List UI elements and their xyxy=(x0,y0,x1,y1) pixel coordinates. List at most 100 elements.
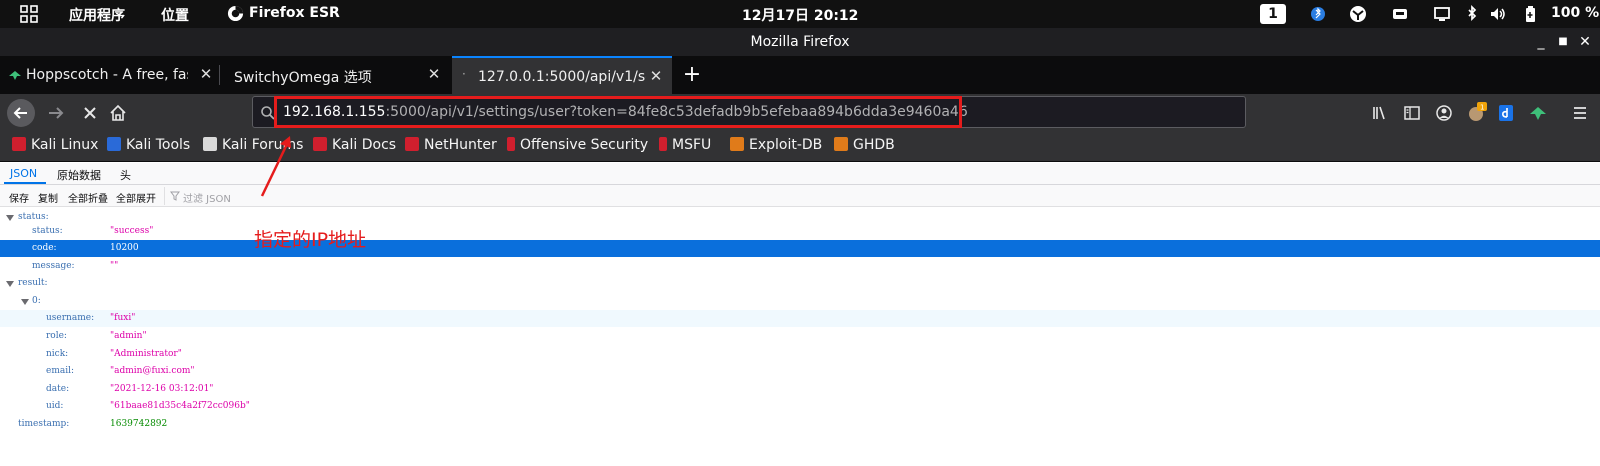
active-tab-indicator xyxy=(4,182,46,184)
close-window-button[interactable]: ✕ xyxy=(1578,35,1592,49)
json-row[interactable]: email: "admin@fuxi.com" xyxy=(0,363,1600,380)
json-value: "" xyxy=(110,261,119,271)
firefox-icon xyxy=(227,5,244,22)
wappalyzer-extension-icon[interactable] xyxy=(1496,103,1516,123)
maximize-button[interactable]: ■ xyxy=(1556,35,1570,49)
offsec-icon xyxy=(507,137,515,151)
tab-close-icon[interactable]: ✕ xyxy=(648,68,664,84)
display-icon[interactable] xyxy=(1432,4,1452,24)
bookmark-kali-tools[interactable]: Kali Tools xyxy=(107,137,190,157)
json-row[interactable]: result: xyxy=(0,275,1600,292)
svg-text:1: 1 xyxy=(1480,104,1484,112)
clock[interactable]: 12月17日 20:12 xyxy=(742,5,858,25)
battery-icon[interactable] xyxy=(1520,4,1540,24)
json-key: nick: xyxy=(46,349,69,359)
tab-json[interactable]: JSON xyxy=(10,167,37,180)
tab-strip: Hoppscotch - A free, fast ✕ SwitchyOmega… xyxy=(0,56,1600,94)
forward-button[interactable] xyxy=(42,99,70,127)
account-icon[interactable] xyxy=(1434,103,1454,123)
bookmark-label: GHDB xyxy=(853,137,895,153)
hoppscotch-favicon-icon xyxy=(9,71,21,80)
tab-hoppscotch[interactable]: Hoppscotch - A free, fast ✕ xyxy=(0,56,218,94)
json-row[interactable]: username: "fuxi" xyxy=(0,310,1600,327)
json-row[interactable]: message: "" xyxy=(0,258,1600,275)
bookmark-exploit-db[interactable]: Exploit-DB xyxy=(730,137,822,157)
bookmark-label: Kali Linux xyxy=(31,137,99,153)
cookie-extension-icon[interactable]: 1 xyxy=(1466,102,1488,124)
json-key: status: xyxy=(32,226,63,236)
json-value: "success" xyxy=(110,226,154,236)
json-key: role: xyxy=(46,331,67,341)
library-icon[interactable] xyxy=(1370,103,1390,123)
kali-tools-icon xyxy=(107,137,121,151)
tab-switchyomega[interactable]: SwitchyOmega 选项 ✕ xyxy=(220,56,450,94)
new-tab-button[interactable]: + xyxy=(680,64,704,88)
home-button[interactable] xyxy=(104,99,132,127)
annotation-highlight-box xyxy=(274,96,962,128)
volume-icon[interactable] xyxy=(1488,4,1508,24)
bookmark-label: NetHunter xyxy=(424,137,497,153)
app-grid-icon[interactable] xyxy=(20,5,38,23)
expand-toggle-icon[interactable] xyxy=(6,215,14,221)
tab-close-icon[interactable]: ✕ xyxy=(198,66,214,82)
json-row[interactable]: nick: "Administrator" xyxy=(0,346,1600,363)
json-value: 10200 xyxy=(110,243,139,253)
json-key: result: xyxy=(18,278,48,288)
active-app-menu[interactable]: Firefox ESR xyxy=(249,5,340,21)
json-key: timestamp: xyxy=(18,419,70,429)
kali-docs-icon xyxy=(313,137,327,151)
json-key: 0: xyxy=(32,296,41,306)
ghdb-icon xyxy=(834,137,848,151)
minimize-button[interactable]: _ xyxy=(1534,35,1548,49)
tab-close-icon[interactable]: ✕ xyxy=(426,66,442,82)
json-row[interactable]: role: "admin" xyxy=(0,328,1600,345)
bookmark-msfu[interactable]: MSFU xyxy=(659,137,711,157)
bookmark-kali-linux[interactable]: Kali Linux xyxy=(12,137,98,157)
json-row[interactable]: uid: "61baae81d35c4a2f72cc096b" xyxy=(0,398,1600,415)
copy-button[interactable]: 复制 xyxy=(38,190,58,205)
expand-toggle-icon[interactable] xyxy=(6,281,14,287)
accessibility-icon[interactable] xyxy=(1348,4,1368,24)
bookmark-kali-docs[interactable]: Kali Docs xyxy=(313,137,396,157)
window-title: Mozilla Firefox xyxy=(750,34,850,50)
window-title-bar: Mozilla Firefox _ ■ ✕ xyxy=(0,28,1600,56)
json-row[interactable]: 0: xyxy=(0,293,1600,310)
sidebar-icon[interactable] xyxy=(1402,103,1422,123)
save-button[interactable]: 保存 xyxy=(9,190,29,205)
json-row[interactable]: status: "success" xyxy=(0,223,1600,240)
json-row[interactable]: timestamp: 1639742892 xyxy=(0,416,1600,433)
bookmarks-toolbar: Kali Linux Kali Tools Kali Forums Kali D… xyxy=(0,132,1600,162)
filter-divider xyxy=(164,187,1598,205)
kali-linux-icon xyxy=(12,137,26,151)
json-value: "Administrator" xyxy=(110,349,182,359)
bookmark-nethunter[interactable]: NetHunter xyxy=(405,137,497,157)
applications-menu[interactable]: 应用程序 xyxy=(69,5,125,25)
bluetooth-app-icon[interactable] xyxy=(1308,4,1328,24)
hoppscotch-extension-icon[interactable] xyxy=(1528,103,1548,123)
json-key: code: xyxy=(32,243,57,253)
msfu-icon xyxy=(659,137,667,151)
expand-all-button[interactable]: 全部展开 xyxy=(116,190,156,205)
bookmark-offensive-security[interactable]: Offensive Security xyxy=(507,137,648,157)
workspace-indicator[interactable]: 1 xyxy=(1260,4,1286,24)
json-row-selected[interactable]: code: 10200 xyxy=(0,240,1600,257)
keyboard-icon[interactable] xyxy=(1390,4,1410,24)
expand-toggle-icon[interactable] xyxy=(21,299,29,305)
tab-headers[interactable]: 头 xyxy=(120,167,131,183)
stop-loading-button[interactable] xyxy=(76,99,104,127)
back-button[interactable] xyxy=(6,98,36,128)
bookmark-label: MSFU xyxy=(672,137,712,153)
json-value: "2021-12-16 03:12:01" xyxy=(110,384,214,394)
bookmark-label: Exploit-DB xyxy=(749,137,823,153)
collapse-all-button[interactable]: 全部折叠 xyxy=(68,190,108,205)
tab-label: SwitchyOmega 选项 xyxy=(234,70,372,86)
bluetooth-icon[interactable] xyxy=(1462,4,1482,24)
places-menu[interactable]: 位置 xyxy=(161,5,189,25)
tab-api-settings[interactable]: · 127.0.0.1:5000/api/v1/se ✕ xyxy=(452,56,672,94)
nethunter-icon xyxy=(405,137,419,151)
tab-raw-data[interactable]: 原始数据 xyxy=(57,167,101,183)
json-row[interactable]: date: "2021-12-16 03:12:01" xyxy=(0,381,1600,398)
json-value: "fuxi" xyxy=(110,313,136,323)
hamburger-menu-icon[interactable] xyxy=(1570,103,1590,123)
bookmark-ghdb[interactable]: GHDB xyxy=(834,137,895,157)
